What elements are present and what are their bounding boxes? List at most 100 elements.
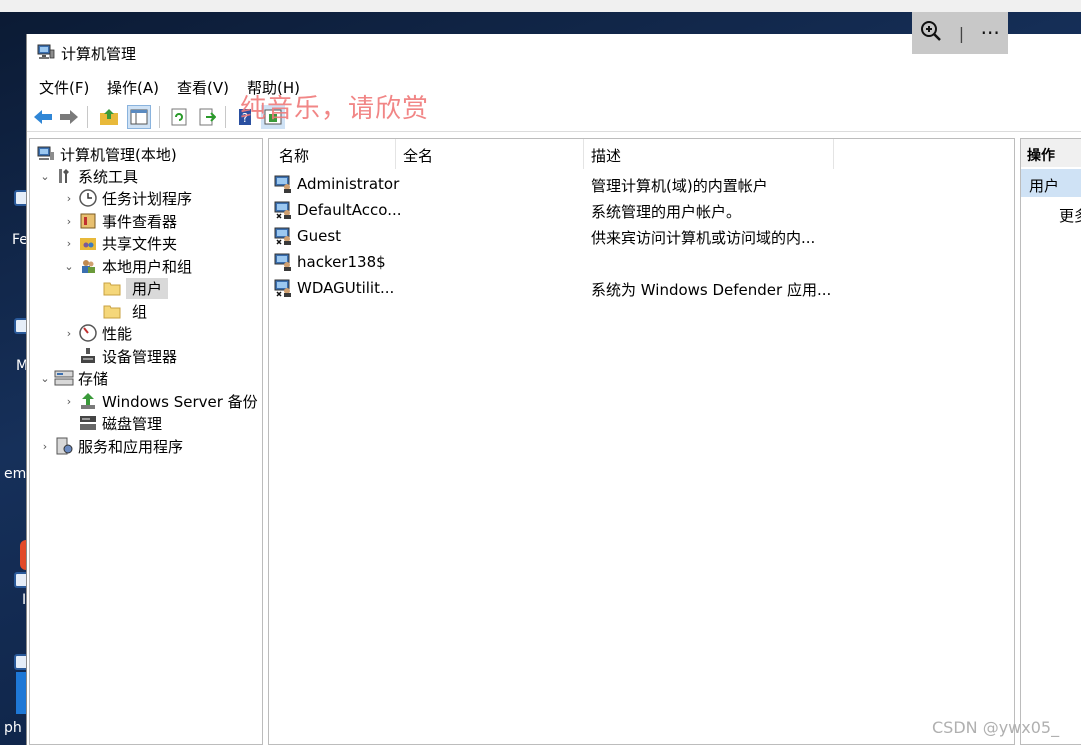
device-manager-icon <box>78 347 98 365</box>
column-separator[interactable] <box>395 139 396 169</box>
user-account-icon <box>274 253 291 271</box>
tree-item-groups[interactable]: 组 <box>100 300 147 322</box>
user-name: hacker138$ <box>297 253 386 271</box>
users-list: 名称 全名 描述 Administrator 管理计算机(域)的内置帐户 Def… <box>268 138 1015 745</box>
column-header-name[interactable]: 名称 <box>279 145 309 166</box>
tree-item-local-users-groups[interactable]: ⌄ 本地用户和组 <box>62 255 192 277</box>
tree-item-task-scheduler[interactable]: › 任务计划程序 <box>62 187 192 209</box>
desktop-label: ph <box>4 720 22 736</box>
desktop-app-icon[interactable] <box>16 672 26 714</box>
chevron-down-icon[interactable]: ⌄ <box>38 170 52 183</box>
table-row[interactable]: hacker138$ <box>274 250 386 274</box>
disabled-user-icon <box>274 279 291 297</box>
tree-item-storage[interactable]: ⌄ 存储 <box>38 367 108 389</box>
zoom-in-icon[interactable] <box>920 20 942 47</box>
top-strip <box>0 0 1081 12</box>
table-row[interactable]: WDAGUtilit... <box>274 276 394 300</box>
tree-item-shared-folders[interactable]: › 共享文件夹 <box>62 232 177 254</box>
show-hide-tree-button[interactable] <box>127 105 151 129</box>
tree-item-event-viewer[interactable]: › 事件查看器 <box>62 210 177 232</box>
user-name: WDAGUtilit... <box>297 279 395 297</box>
tree-item-label: 磁盘管理 <box>102 414 163 433</box>
tree-item-label: 本地用户和组 <box>102 257 193 276</box>
toolbar-separator <box>87 106 88 128</box>
tree-item-services-applications[interactable]: › 服务和应用程序 <box>38 435 183 457</box>
table-row[interactable]: Guest <box>274 224 341 248</box>
menu-bar: 文件(F) 操作(A) 查看(V) 帮助(H) <box>27 74 1081 98</box>
tree-item-users[interactable]: 用户 <box>100 277 169 299</box>
export-list-button[interactable] <box>195 105 219 129</box>
tree-item-label: 事件查看器 <box>102 212 178 231</box>
chevron-right-icon[interactable]: › <box>62 192 76 205</box>
tree-item-performance[interactable]: › 性能 <box>62 322 132 344</box>
user-name: Guest <box>297 227 342 245</box>
back-arrow-icon <box>34 110 52 124</box>
user-name: Administrator <box>297 175 400 193</box>
menu-file[interactable]: 文件(F) <box>39 77 89 98</box>
folder-icon <box>102 279 122 297</box>
console-tree: 计算机管理(本地) ⌄ 系统工具 › 任务计划程序 › 事件查看器 › 共享文件… <box>29 138 263 745</box>
computer-management-icon <box>37 44 55 59</box>
menu-view[interactable]: 查看(V) <box>177 77 229 98</box>
chevron-right-icon[interactable]: › <box>62 327 76 340</box>
csdn-watermark: CSDN @ywx05_ <box>932 718 1060 737</box>
chevron-right-icon[interactable]: › <box>62 395 76 408</box>
column-header-description[interactable]: 描述 <box>591 145 621 166</box>
folder-icon <box>102 302 122 320</box>
tree-item-windows-server-backup[interactable]: › Windows Server 备份 <box>62 390 258 412</box>
chevron-down-icon[interactable]: ⌄ <box>38 372 52 385</box>
disabled-user-icon <box>274 227 291 245</box>
table-row[interactable]: Administrator <box>274 172 399 196</box>
chevron-down-icon[interactable]: ⌄ <box>62 260 76 273</box>
services-icon <box>54 437 74 455</box>
desktop-label: em <box>4 466 27 482</box>
backup-icon <box>78 392 98 410</box>
tree-item-label: 设备管理器 <box>102 347 178 366</box>
user-description: 供来宾访问计算机或访问域的内... <box>591 229 816 247</box>
tree-item-label: 用户 <box>126 277 169 299</box>
table-row[interactable]: DefaultAcco... <box>274 198 402 222</box>
users-group-icon <box>78 257 98 275</box>
user-description: 管理计算机(域)的内置帐户 <box>591 177 768 195</box>
column-separator[interactable] <box>583 139 584 169</box>
user-name: DefaultAcco... <box>297 201 402 219</box>
user-description: 系统管理的用户帐户。 <box>591 203 742 221</box>
tree-item-device-manager[interactable]: 设备管理器 <box>76 345 177 367</box>
up-level-button[interactable] <box>97 105 121 129</box>
shared-folder-icon <box>78 234 98 252</box>
tree-item-label: Windows Server 备份 <box>102 392 258 411</box>
storage-icon <box>54 369 74 387</box>
more-actions-link[interactable]: 更多 <box>1059 205 1081 226</box>
chevron-right-icon[interactable]: › <box>62 215 76 228</box>
back-button[interactable] <box>31 105 55 129</box>
chevron-right-icon[interactable]: › <box>62 237 76 250</box>
user-description: 系统为 Windows Defender 应用... <box>591 281 832 299</box>
tree-item-disk-management[interactable]: 磁盘管理 <box>76 412 162 434</box>
event-viewer-icon <box>78 212 98 230</box>
toolbar-separator <box>159 106 160 128</box>
more-options-icon[interactable]: ··· <box>981 21 1000 45</box>
forward-button[interactable] <box>57 105 81 129</box>
tree-item-label: 系统工具 <box>78 167 139 186</box>
console-tree-icon <box>130 109 148 125</box>
tree-root[interactable]: 计算机管理(本地) <box>34 143 177 165</box>
tree-item-label: 存储 <box>78 369 109 388</box>
tools-icon <box>54 167 74 185</box>
action-section-users[interactable]: 用户 <box>1021 169 1081 197</box>
user-account-icon <box>274 175 291 193</box>
performance-gauge-icon <box>78 324 98 342</box>
action-pane: 操作 用户 更多 <box>1020 138 1081 745</box>
media-caption-overlay: 纯音乐，请欣赏 <box>240 94 430 124</box>
menu-action[interactable]: 操作(A) <box>107 77 159 98</box>
tree-item-label: 任务计划程序 <box>102 189 193 208</box>
chevron-right-icon[interactable]: › <box>38 440 52 453</box>
disabled-user-icon <box>274 201 291 219</box>
tree-item-label: 组 <box>132 302 148 321</box>
refresh-button[interactable] <box>167 105 191 129</box>
tree-item-system-tools[interactable]: ⌄ 系统工具 <box>38 165 138 187</box>
column-separator[interactable] <box>833 139 834 169</box>
disk-management-icon <box>78 414 98 432</box>
window-title: 计算机管理 <box>61 45 137 63</box>
column-header-fullname[interactable]: 全名 <box>403 145 433 166</box>
toolbar: ? <box>27 102 1081 132</box>
